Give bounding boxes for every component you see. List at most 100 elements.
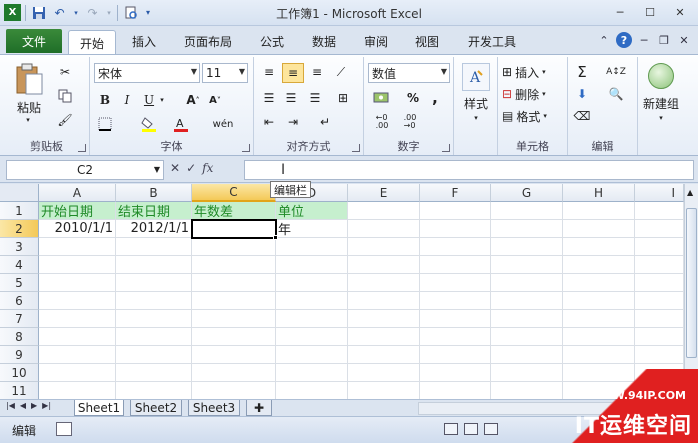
format-cells-button[interactable]: ▤ 格式 ▾ — [502, 107, 564, 125]
tab-home[interactable]: 开始 — [68, 30, 116, 55]
align-left-icon[interactable]: ☰ — [260, 89, 278, 107]
tab-data[interactable]: 数据 — [302, 30, 346, 52]
grid-cell[interactable] — [116, 292, 192, 310]
sheet-tab-2[interactable]: Sheet2 — [130, 400, 182, 416]
doc-minimize-icon[interactable]: ─ — [636, 32, 652, 48]
doc-close-icon[interactable]: ✕ — [676, 32, 692, 48]
tab-developer[interactable]: 开发工具 — [460, 30, 524, 52]
row-header-7[interactable]: 7 — [0, 310, 39, 328]
fill-icon[interactable]: ⬇ — [572, 85, 592, 103]
page-layout-view-icon[interactable] — [464, 423, 478, 435]
orientation-icon[interactable]: ⟋ — [332, 63, 350, 81]
grid-cell[interactable] — [39, 346, 116, 364]
grid-cell[interactable] — [192, 328, 276, 346]
grid-cell[interactable] — [420, 328, 491, 346]
cell-d2[interactable]: 年 — [276, 220, 348, 238]
grid-cell[interactable] — [420, 202, 491, 220]
grid-cell[interactable] — [276, 382, 348, 399]
tab-review[interactable]: 审阅 — [354, 30, 398, 52]
tab-formulas[interactable]: 公式 — [250, 30, 294, 52]
grid-cell[interactable] — [276, 256, 348, 274]
row-header-3[interactable]: 3 — [0, 238, 39, 256]
vertical-scroll-thumb[interactable] — [686, 208, 697, 358]
grid-cell[interactable] — [348, 256, 420, 274]
increase-indent-icon[interactable]: ⇥ — [284, 113, 302, 131]
macro-record-icon[interactable] — [56, 422, 72, 436]
column-header-e[interactable]: E — [348, 184, 420, 202]
grid-cell[interactable] — [635, 256, 684, 274]
grid-cell[interactable] — [39, 364, 116, 382]
row-header-2[interactable]: 2 — [0, 220, 39, 238]
grid-cell[interactable] — [491, 292, 563, 310]
row-header-4[interactable]: 4 — [0, 256, 39, 274]
grid-cell[interactable] — [491, 346, 563, 364]
align-right-icon[interactable]: ☰ — [306, 89, 324, 107]
grid-cell[interactable] — [420, 310, 491, 328]
align-middle-icon[interactable]: ≡ — [282, 63, 304, 83]
comma-button[interactable]: , — [426, 89, 444, 107]
grid-cell[interactable] — [491, 256, 563, 274]
grid-cell[interactable] — [192, 364, 276, 382]
grid-cell[interactable] — [116, 238, 192, 256]
bold-button[interactable]: B — [96, 91, 114, 109]
file-tab[interactable]: 文件 — [6, 29, 62, 53]
new-group-icon[interactable] — [648, 63, 674, 89]
worksheet-grid[interactable]: A B C D E F G H I 1 2 3 4 5 6 7 8 9 10 1… — [0, 184, 698, 399]
grid-cell[interactable] — [39, 382, 116, 399]
grid-cell[interactable] — [491, 328, 563, 346]
new-group-button[interactable]: 新建组 — [638, 95, 684, 111]
tab-view[interactable]: 视图 — [405, 30, 449, 52]
grid-cell[interactable] — [491, 274, 563, 292]
grid-cell[interactable] — [563, 238, 635, 256]
cell-a1[interactable]: 开始日期 — [39, 202, 116, 220]
sheet-tab-3[interactable]: Sheet3 — [188, 400, 240, 416]
align-top-icon[interactable]: ≡ — [260, 63, 278, 81]
column-header-g[interactable]: G — [491, 184, 563, 202]
grid-cell[interactable] — [276, 274, 348, 292]
row-header-1[interactable]: 1 — [0, 202, 39, 220]
grid-cell[interactable] — [420, 238, 491, 256]
grid-cell[interactable] — [116, 346, 192, 364]
merge-center-icon[interactable]: ⊞ — [332, 89, 354, 107]
column-header-b[interactable]: B — [116, 184, 192, 202]
grid-cell[interactable] — [348, 202, 420, 220]
cancel-icon[interactable]: ✕ — [170, 161, 180, 175]
prev-sheet-icon[interactable]: ◀ — [20, 401, 26, 410]
grid-cell[interactable] — [491, 220, 563, 238]
column-header-f[interactable]: F — [420, 184, 491, 202]
grid-cell[interactable] — [348, 364, 420, 382]
number-format-select[interactable]: 数值 ▼ — [368, 63, 450, 83]
grid-cell[interactable] — [563, 346, 635, 364]
clipboard-launcher-icon[interactable] — [78, 144, 86, 152]
styles-dropdown-icon[interactable]: ▾ — [470, 113, 482, 123]
cell-a2[interactable]: 2010/1/1 — [39, 220, 116, 238]
column-header-a[interactable]: A — [39, 184, 116, 202]
cut-icon[interactable]: ✂ — [54, 63, 76, 81]
italic-button[interactable]: I — [118, 91, 136, 109]
name-box[interactable]: C2 ▼ — [6, 160, 164, 180]
grid-cell[interactable] — [192, 310, 276, 328]
borders-icon[interactable] — [96, 115, 114, 133]
grid-cell[interactable] — [420, 382, 491, 399]
grid-cell[interactable] — [635, 346, 684, 364]
grid-cell[interactable] — [635, 310, 684, 328]
cell-b1[interactable]: 结束日期 — [116, 202, 192, 220]
new-group-dropdown-icon[interactable]: ▾ — [655, 113, 667, 123]
styles-button[interactable]: 样式 — [456, 95, 496, 111]
grid-cell[interactable] — [116, 328, 192, 346]
grid-cell[interactable] — [635, 202, 684, 220]
paste-label[interactable]: 粘贴 — [12, 99, 46, 115]
grid-cell[interactable] — [348, 310, 420, 328]
decrease-decimal-icon[interactable]: .00 →0 — [398, 113, 422, 131]
help-icon[interactable]: ? — [616, 32, 632, 48]
grid-cell[interactable] — [563, 274, 635, 292]
clear-icon[interactable]: ⌫ — [572, 107, 592, 125]
grid-cell[interactable] — [348, 292, 420, 310]
grid-cell[interactable] — [563, 220, 635, 238]
grid-cell[interactable] — [116, 310, 192, 328]
number-launcher-icon[interactable] — [442, 144, 450, 152]
row-header-9[interactable]: 9 — [0, 346, 39, 364]
font-size-select[interactable]: 11 ▼ — [202, 63, 248, 83]
row-header-6[interactable]: 6 — [0, 292, 39, 310]
cell-d1[interactable]: 单位 — [276, 202, 348, 220]
